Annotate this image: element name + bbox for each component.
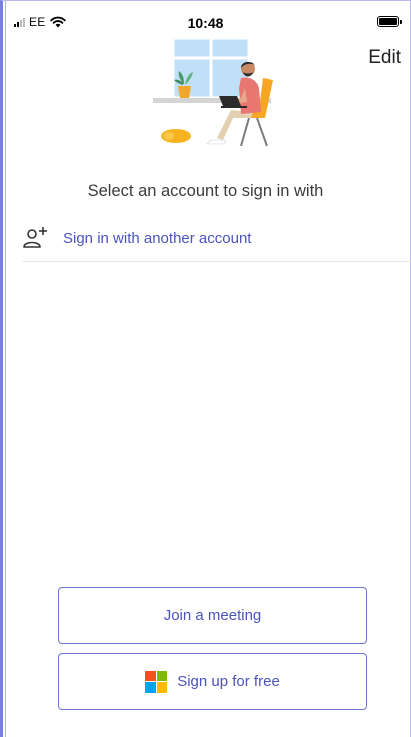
join-meeting-label: Join a meeting — [163, 607, 262, 624]
person-with-laptop-illustration — [153, 38, 273, 147]
add-user-icon — [23, 227, 47, 248]
sign-up-free-button[interactable]: Sign up for free — [58, 653, 367, 710]
logo-blue-square — [145, 682, 156, 693]
edit-button[interactable]: Edit — [368, 47, 401, 69]
frame-edge — [5, 0, 6, 737]
logo-yellow-square — [156, 682, 168, 693]
logo-red-square — [145, 670, 156, 681]
sign-in-another-account-row[interactable]: Sign in with another account — [22, 222, 411, 262]
join-meeting-button[interactable]: Join a meeting — [58, 587, 367, 644]
battery-icon — [377, 16, 402, 27]
logo-green-square — [156, 670, 168, 681]
sign-up-free-label: Sign up for free — [177, 673, 280, 690]
microsoft-logo-icon — [145, 670, 168, 693]
account-prompt: Select an account to sign in with — [87, 182, 324, 200]
sign-in-another-account-label: Sign in with another account — [63, 230, 252, 247]
status-time: 10:48 — [187, 15, 224, 31]
